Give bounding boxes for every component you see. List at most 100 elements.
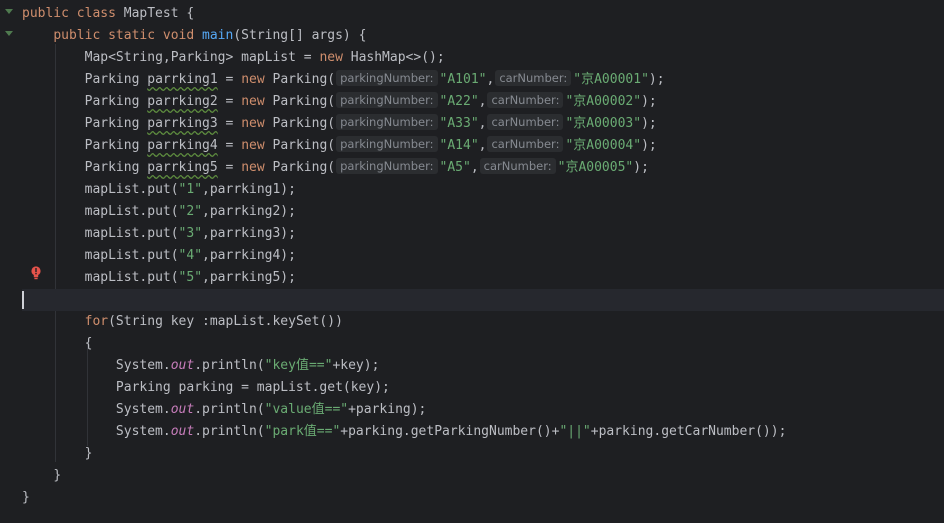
- code-token: }: [84, 446, 93, 461]
- code-token: System.: [115, 424, 171, 439]
- code-line[interactable]: {: [22, 333, 944, 355]
- code-token: Parking: [84, 116, 148, 131]
- code-token: "京A00003": [565, 116, 642, 131]
- lightbulb-error-icon[interactable]: [30, 266, 42, 280]
- parameter-hint: carNumber:: [487, 92, 564, 108]
- code-line[interactable]: mapList.put("2",parrking2);: [22, 201, 944, 223]
- code-line[interactable]: }: [22, 487, 944, 509]
- code-token: new: [241, 160, 273, 175]
- code-line[interactable]: Parking parrking3 = new Parking(parkingN…: [22, 113, 944, 135]
- code-token: HashMap<>();: [350, 50, 445, 65]
- code-token: "A14": [439, 138, 479, 153]
- code-line[interactable]: Parking parrking2 = new Parking(parkingN…: [22, 91, 944, 113]
- code-token: mapList.put(: [84, 204, 179, 219]
- code-token: parrking3: [147, 116, 218, 131]
- code-token: Parking: [84, 72, 148, 87]
- code-token: "4": [178, 248, 203, 263]
- code-token: new: [319, 50, 351, 65]
- code-token: Parking: [84, 138, 148, 153]
- code-line[interactable]: mapList.put("5",parrking5);: [22, 267, 944, 289]
- code-token: ,parrking1);: [202, 182, 296, 197]
- code-token: {: [84, 336, 93, 351]
- code-token: parrking5: [147, 160, 218, 175]
- parameter-hint: parkingNumber:: [336, 136, 438, 152]
- code-line[interactable]: System.out.println("value值=="+parking);: [22, 399, 944, 421]
- code-token: "京A00005": [557, 160, 634, 175]
- code-token: System.: [115, 358, 171, 373]
- code-token: ,: [478, 138, 487, 153]
- code-token: new: [241, 72, 273, 87]
- code-token: out: [170, 402, 195, 417]
- code-line[interactable]: mapList.put("3",parrking3);: [22, 223, 944, 245]
- code-token: public class: [22, 6, 124, 21]
- code-token: Parking(: [272, 138, 336, 153]
- code-line[interactable]: public class MapTest {: [22, 3, 944, 25]
- code-token: "park值==": [264, 424, 341, 439]
- fold-arrow-icon[interactable]: [5, 31, 13, 36]
- code-line[interactable]: System.out.println("key值=="+key);: [22, 355, 944, 377]
- code-token: "A5": [439, 160, 471, 175]
- code-line[interactable]: [22, 289, 944, 311]
- code-line[interactable]: }: [22, 465, 944, 487]
- code-token: out: [170, 424, 195, 439]
- code-line[interactable]: }: [22, 443, 944, 465]
- code-line[interactable]: mapList.put("1",parrking1);: [22, 179, 944, 201]
- code-token: Parking parking = mapList.get(key);: [115, 380, 390, 395]
- code-token: "1": [178, 182, 203, 197]
- code-token: +parking.getParkingNumber()+: [340, 424, 560, 439]
- code-token: Parking(: [272, 160, 336, 175]
- code-token: =: [217, 160, 242, 175]
- text-cursor: [22, 291, 24, 309]
- code-line[interactable]: System.out.println("park值=="+parking.get…: [22, 421, 944, 443]
- code-token: "京A00001": [573, 72, 649, 87]
- code-token: "key值==": [264, 358, 333, 373]
- editor-gutter: [0, 0, 22, 523]
- code-token: main: [202, 28, 234, 43]
- code-token: =: [217, 138, 242, 153]
- code-line[interactable]: public static void main(String[] args) {: [22, 25, 944, 47]
- code-line[interactable]: mapList.put("4",parrking4);: [22, 245, 944, 267]
- code-token: Parking(: [272, 72, 336, 87]
- code-line[interactable]: Map<String,Parking> mapList = new HashMa…: [22, 47, 944, 69]
- code-token: new: [241, 116, 273, 131]
- code-editor[interactable]: public class MapTest { public static voi…: [0, 0, 944, 523]
- code-token: "||": [559, 424, 591, 439]
- code-token: public static void: [53, 28, 203, 43]
- code-line[interactable]: Parking parrking1 = new Parking(parkingN…: [22, 69, 944, 91]
- code-token: "京A00002": [565, 94, 642, 109]
- code-token: );: [641, 116, 657, 131]
- code-token: for: [84, 314, 109, 329]
- code-token: Parking(: [272, 94, 336, 109]
- code-token: Map<String,Parking> mapList =: [84, 50, 320, 65]
- code-line[interactable]: Parking parking = mapList.get(key);: [22, 377, 944, 399]
- code-token: ,parrking4);: [202, 248, 296, 263]
- parameter-hint: parkingNumber:: [336, 114, 438, 130]
- parameter-hint: carNumber:: [487, 114, 564, 130]
- code-token: "A22": [439, 94, 479, 109]
- code-token: mapList.put(: [84, 248, 179, 263]
- code-token: .println(: [194, 424, 265, 439]
- code-line[interactable]: Parking parrking4 = new Parking(parkingN…: [22, 135, 944, 157]
- code-line[interactable]: for(String key :mapList.keySet()): [22, 311, 944, 333]
- code-token: mapList.put(: [84, 182, 179, 197]
- code-token: new: [241, 138, 273, 153]
- code-token: .println(: [194, 402, 265, 417]
- code-token: +key);: [332, 358, 380, 373]
- code-token: +parking);: [348, 402, 427, 417]
- code-token: );: [648, 72, 665, 87]
- code-token: +parking.getCarNumber());: [590, 424, 787, 439]
- code-token: ,parrking3);: [202, 226, 296, 241]
- parameter-hint: parkingNumber:: [336, 70, 438, 86]
- fold-arrow-icon[interactable]: [5, 9, 13, 14]
- code-line[interactable]: Parking parrking5 = new Parking(parkingN…: [22, 157, 944, 179]
